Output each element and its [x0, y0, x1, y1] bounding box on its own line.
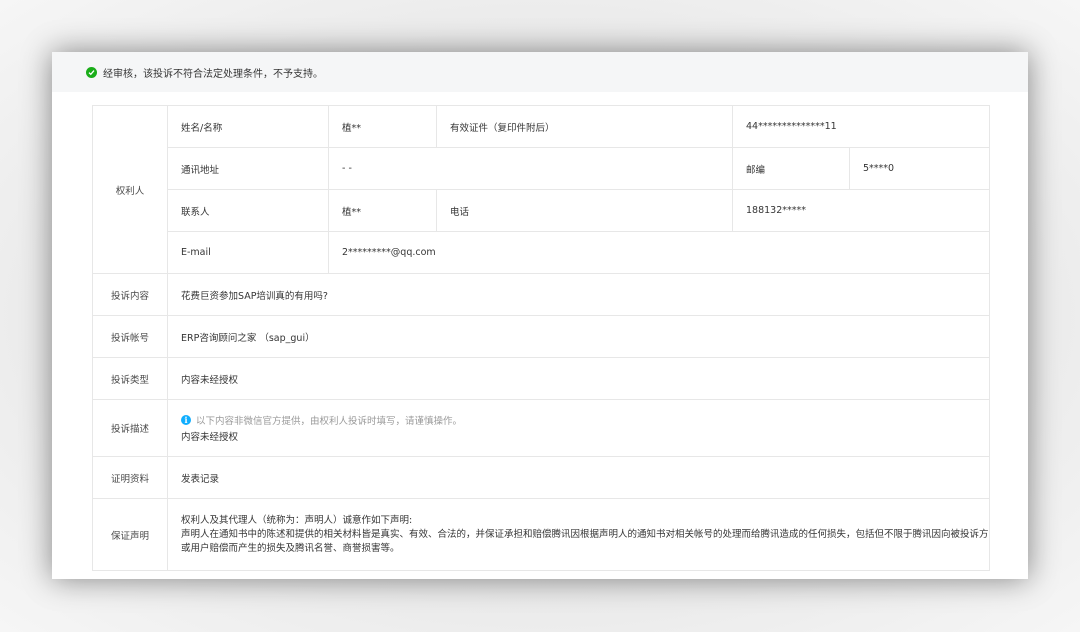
- table-row: 通讯地址 - - 邮编 5****0: [93, 147, 990, 190]
- address-value: - -: [328, 147, 733, 190]
- postcode-label: 邮编: [732, 147, 850, 190]
- table-row: 投诉描述 i 以下内容非微信官方提供，由权利人投诉时填写，请谨慎操作。 内容未经…: [92, 399, 990, 457]
- name-label: 姓名/名称: [167, 105, 329, 148]
- table-row: 联系人 植** 电话 188132*****: [93, 189, 990, 232]
- id-label: 有效证件（复印件附后）: [436, 105, 733, 148]
- review-result-text: 经审核，该投诉不符合法定处理条件，不予支持。: [103, 68, 323, 80]
- address-label: 通讯地址: [167, 147, 329, 190]
- guarantee-line-1: 权利人及其代理人（统称为：声明人）诚意作如下声明:: [181, 514, 413, 526]
- rights-holder-label: 权利人: [92, 105, 168, 274]
- description-value: 内容未经授权: [181, 432, 239, 443]
- guarantee-statement: 权利人及其代理人（统称为：声明人）诚意作如下声明: 声明人在通知书中的陈述和提供…: [167, 498, 990, 571]
- table-row: 投诉类型 内容未经授权: [92, 357, 990, 400]
- table-row: 保证声明 权利人及其代理人（统称为：声明人）诚意作如下声明: 声明人在通知书中的…: [92, 498, 990, 571]
- postcode-value: 5****0: [849, 147, 990, 190]
- guarantee-line-2: 声明人在通知书中的陈述和提供的相关材料皆是真实、有效、合法的，并保证承担和赔偿腾…: [181, 528, 989, 554]
- description-disclaimer-text: 以下内容非微信官方提供，由权利人投诉时填写，请谨慎操作。: [196, 416, 463, 427]
- table-row: 投诉帐号 ERP咨询顾问之家 （sap_gui）: [92, 315, 990, 358]
- id-value: 44**************11: [732, 105, 990, 148]
- info-icon: i: [181, 415, 191, 425]
- table-row: 权利人 姓名/名称 植** 有效证件（复印件附后） 44************…: [92, 105, 990, 274]
- screenshot-backdrop: 经审核，该投诉不符合法定处理条件，不予支持。 权利人 姓名/名称 植** 有效证…: [0, 0, 1080, 632]
- content-value: 花费巨资参加SAP培训真的有用吗?: [167, 273, 990, 316]
- table-row: E-mail 2*********@qq.com: [93, 231, 990, 274]
- description-label: 投诉描述: [92, 399, 168, 457]
- table-row: 证明资料 发表记录: [92, 456, 990, 499]
- name-value: 植**: [328, 105, 437, 148]
- description-disclaimer: i 以下内容非微信官方提供，由权利人投诉时填写，请谨慎操作。: [181, 413, 989, 427]
- complaint-info-table: 权利人 姓名/名称 植** 有效证件（复印件附后） 44************…: [92, 105, 990, 571]
- phone-value: 188132*****: [732, 189, 990, 232]
- email-value: 2*********@qq.com: [328, 231, 990, 274]
- evidence-value: 发表记录: [167, 456, 990, 499]
- complaint-detail-panel: 经审核，该投诉不符合法定处理条件，不予支持。 权利人 姓名/名称 植** 有效证…: [52, 52, 1028, 579]
- type-label: 投诉类型: [92, 357, 168, 400]
- contact-label: 联系人: [167, 189, 329, 232]
- description-cell: i 以下内容非微信官方提供，由权利人投诉时填写，请谨慎操作。 内容未经授权: [167, 399, 990, 457]
- review-result-banner: 经审核，该投诉不符合法定处理条件，不予支持。: [52, 52, 1028, 92]
- email-label: E-mail: [167, 231, 329, 274]
- type-value: 内容未经授权: [167, 357, 990, 400]
- check-circle-icon: [86, 66, 97, 78]
- table-row: 投诉内容 花费巨资参加SAP培训真的有用吗?: [92, 273, 990, 316]
- contact-value: 植**: [328, 189, 437, 232]
- guarantee-label: 保证声明: [92, 498, 168, 571]
- phone-label: 电话: [436, 189, 733, 232]
- account-label: 投诉帐号: [92, 315, 168, 358]
- evidence-label: 证明资料: [92, 456, 168, 499]
- content-label: 投诉内容: [92, 273, 168, 316]
- account-value: ERP咨询顾问之家 （sap_gui）: [167, 315, 990, 358]
